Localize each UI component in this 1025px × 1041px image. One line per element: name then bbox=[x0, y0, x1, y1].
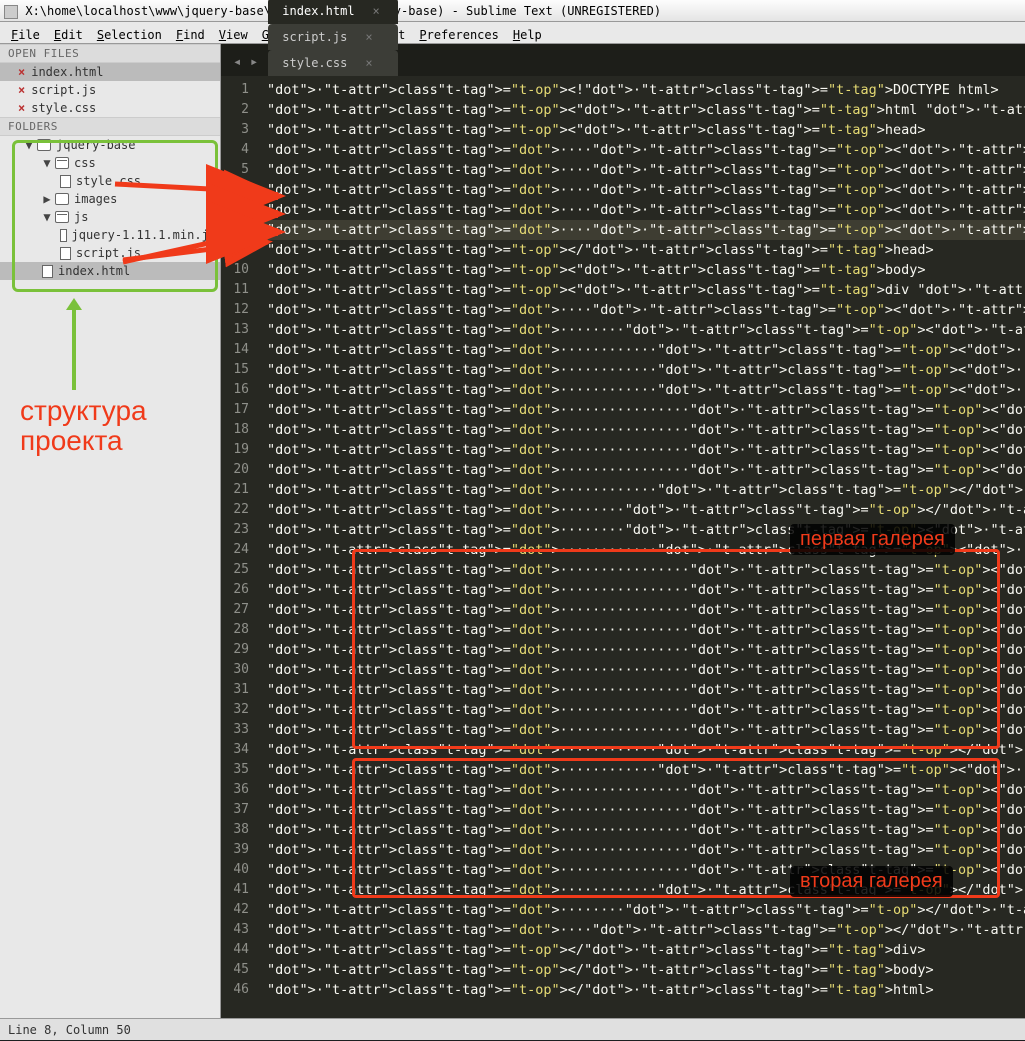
arrow-icon bbox=[230, 204, 285, 224]
file-icon bbox=[60, 175, 71, 188]
folder-css[interactable]: ▼css bbox=[0, 154, 220, 172]
arrow-icon bbox=[62, 298, 92, 398]
close-icon[interactable]: × bbox=[373, 4, 380, 18]
editor-area: ◂ ▸ index.html×script.js×style.css× 1234… bbox=[221, 44, 1025, 1018]
open-file-item[interactable]: ×script.js bbox=[0, 81, 220, 99]
close-icon[interactable]: × bbox=[18, 83, 25, 97]
folder-icon bbox=[55, 211, 69, 223]
tab-index-html[interactable]: index.html× bbox=[268, 0, 397, 24]
file-icon bbox=[42, 265, 53, 278]
close-icon[interactable]: × bbox=[365, 30, 372, 44]
statusbar: Line 8, Column 50 bbox=[0, 1018, 1025, 1040]
folder-icon bbox=[55, 157, 69, 169]
statusbar-text: Line 8, Column 50 bbox=[8, 1023, 131, 1037]
window-titlebar: X:\home\localhost\www\jquery-base\index.… bbox=[0, 0, 1025, 22]
arrow-icon bbox=[230, 186, 285, 206]
close-icon[interactable]: × bbox=[365, 56, 372, 70]
folder-root[interactable]: ▼jquery-base bbox=[0, 136, 220, 154]
menubar: FileEditSelectionFindViewGotoToolsProjec… bbox=[0, 22, 1025, 44]
tabstrip: ◂ ▸ index.html×script.js×style.css× bbox=[221, 44, 1025, 76]
tab-nav-arrows[interactable]: ◂ ▸ bbox=[233, 54, 258, 70]
app-icon bbox=[4, 5, 18, 19]
folders-heading: FOLDERS bbox=[0, 117, 220, 136]
close-icon[interactable]: × bbox=[18, 101, 25, 115]
folder-icon bbox=[37, 139, 51, 151]
arrow-icon bbox=[118, 256, 288, 316]
folder-js[interactable]: ▼js bbox=[0, 208, 220, 226]
tab-style-css[interactable]: style.css× bbox=[268, 50, 397, 76]
open-files-heading: OPEN FILES bbox=[0, 44, 220, 63]
close-icon[interactable]: × bbox=[18, 65, 25, 79]
file-icon bbox=[60, 247, 71, 260]
code-editor[interactable]: "dot">·"t-attr">class"t-tag">="t-op"><!"… bbox=[267, 76, 1025, 1018]
open-file-item[interactable]: ×style.css bbox=[0, 99, 220, 117]
file-icon bbox=[60, 229, 67, 242]
tab-script-js[interactable]: script.js× bbox=[268, 24, 397, 50]
arrow-icon bbox=[230, 222, 285, 242]
folder-icon bbox=[55, 193, 69, 205]
open-file-item[interactable]: ×index.html bbox=[0, 63, 220, 81]
